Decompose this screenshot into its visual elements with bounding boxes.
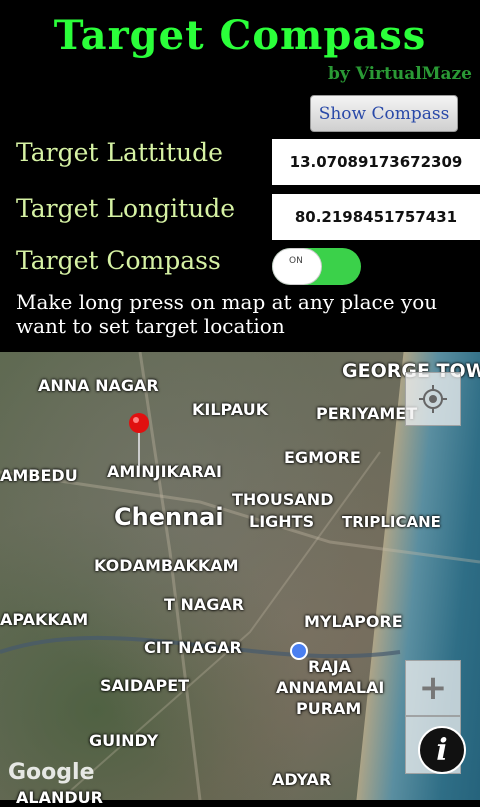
place-label: KILPAUK [192, 400, 269, 419]
latitude-label: Target Lattitude [16, 138, 223, 167]
app-title: Target Compass [53, 12, 427, 59]
target-compass-toggle[interactable]: ON [272, 248, 361, 285]
place-label: RAJA [308, 657, 352, 676]
place-label: CIT NAGAR [144, 638, 242, 657]
latitude-field[interactable]: 13.07089173672309 [272, 139, 480, 185]
place-label: KODAMBAKKAM [94, 556, 239, 575]
place-label: ANNA NAGAR [38, 376, 159, 395]
map-pin-icon[interactable] [124, 410, 154, 470]
place-label: MYLAPORE [304, 612, 403, 631]
show-compass-button[interactable]: Show Compass [310, 95, 458, 132]
current-location-dot-icon [290, 642, 308, 660]
place-label: THOUSAND [232, 490, 334, 509]
place-label: T NAGAR [164, 595, 245, 614]
place-label: AMBEDU [0, 466, 78, 485]
crosshair-icon [419, 385, 447, 413]
toggle-knob: ON [272, 248, 322, 285]
my-location-button[interactable] [405, 372, 461, 426]
target-compass-label: Target Compass [16, 246, 221, 275]
place-label: EGMORE [284, 448, 361, 467]
app-subtitle: by VirtualMaze [328, 64, 472, 84]
longitude-field[interactable]: 80.2198451757431 [272, 194, 480, 240]
map-hint-text: Make long press on map at any place you … [16, 290, 438, 338]
place-label: ANNAMALAI [276, 678, 385, 697]
info-button[interactable]: i [418, 726, 466, 774]
place-label: ALANDUR [16, 788, 103, 807]
place-label: GUINDY [89, 731, 159, 750]
place-label: TRIPLICANE [342, 513, 441, 531]
place-label: APAKKAM [0, 610, 89, 629]
longitude-label: Target Longitude [16, 194, 236, 223]
place-label: PERIYAMET [316, 404, 418, 423]
zoom-in-button[interactable]: + [405, 660, 461, 716]
place-label: PURAM [296, 699, 362, 718]
google-attribution-logo: Google [8, 760, 95, 785]
place-label: ADYAR [272, 770, 332, 789]
place-label: LIGHTS [249, 512, 315, 531]
place-label-city: Chennai [114, 503, 224, 531]
place-label: SAIDAPET [100, 676, 190, 695]
